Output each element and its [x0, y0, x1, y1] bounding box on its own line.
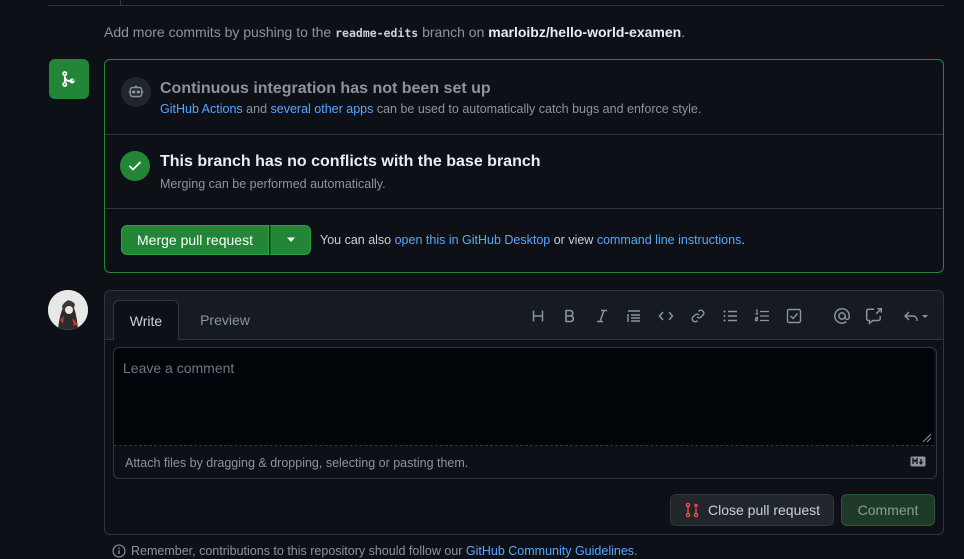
editor-header: Write Preview: [105, 291, 943, 340]
quote-icon[interactable]: [623, 305, 645, 327]
repo-name: marloibz/hello-world-examen: [488, 24, 682, 40]
caret-down-icon: [286, 237, 295, 242]
merge-actions: Merge pull request You can also open thi…: [105, 209, 943, 272]
command-line-instructions-link[interactable]: command line instructions: [597, 233, 742, 247]
bold-icon[interactable]: [559, 305, 581, 327]
robot-icon: [121, 77, 151, 107]
reference-icon[interactable]: [863, 305, 885, 327]
tab-write[interactable]: Write: [113, 300, 179, 340]
merge-pull-request-button[interactable]: Merge pull request: [121, 225, 269, 255]
no-conflicts-title: This branch has no conflicts with the ba…: [160, 153, 541, 170]
info-icon: [112, 544, 126, 558]
code-icon[interactable]: [655, 305, 677, 327]
close-pull-request-button[interactable]: Close pull request: [670, 494, 834, 526]
merge-method-dropdown[interactable]: [270, 225, 311, 255]
check-icon: [120, 151, 150, 181]
close-pull-request-label: Close pull request: [707, 502, 821, 518]
tab-preview[interactable]: Preview: [191, 300, 259, 340]
comment-editor: Leave a comment Attach files by dragging…: [113, 347, 937, 479]
reply-icon[interactable]: [901, 305, 933, 327]
branch-name: readme-edits: [335, 26, 419, 40]
merge-box: Continuous integration has not been set …: [104, 59, 944, 273]
unordered-list-icon[interactable]: [719, 305, 741, 327]
guidelines-note: Remember, contributions to this reposito…: [112, 544, 638, 558]
task-list-icon[interactable]: [783, 305, 805, 327]
comment-placeholder: Leave a comment: [123, 360, 235, 376]
hint-text-middle: branch on: [422, 24, 485, 40]
community-guidelines-link[interactable]: GitHub Community Guidelines: [466, 544, 634, 558]
github-actions-link[interactable]: GitHub Actions: [160, 102, 243, 116]
git-merge-icon: [49, 59, 89, 99]
comment-form: Write Preview Leave a comment Attach fil…: [104, 290, 944, 535]
link-icon[interactable]: [687, 305, 709, 327]
heading-icon[interactable]: [527, 305, 549, 327]
no-conflicts-description: Merging can be performed automatically.: [160, 177, 386, 191]
pull-request-closed-icon: [685, 502, 699, 518]
ci-description: GitHub Actions and several other apps ca…: [160, 102, 702, 116]
attach-files-hint[interactable]: Attach files by dragging & dropping, sel…: [125, 456, 468, 470]
other-apps-link[interactable]: several other apps: [271, 102, 374, 116]
no-conflicts-section: This branch has no conflicts with the ba…: [105, 135, 943, 209]
markdown-icon[interactable]: [910, 456, 926, 467]
ci-title: Continuous integration has not been set …: [160, 80, 491, 97]
italic-icon[interactable]: [591, 305, 613, 327]
mention-icon[interactable]: [831, 305, 853, 327]
hint-text: Add more commits by pushing to the: [104, 24, 332, 40]
open-github-desktop-link[interactable]: open this in GitHub Desktop: [395, 233, 551, 247]
merge-alternatives-text: You can also open this in GitHub Desktop…: [320, 233, 745, 247]
push-hint: Add more commits by pushing to the readm…: [104, 24, 686, 40]
ordered-list-icon[interactable]: [751, 305, 773, 327]
resize-handle-icon[interactable]: [920, 431, 932, 443]
avatar[interactable]: [48, 290, 88, 330]
timeline-divider: [48, 0, 944, 6]
comment-button[interactable]: Comment: [841, 494, 935, 526]
comment-textarea[interactable]: Leave a comment: [114, 348, 934, 446]
ci-section: Continuous integration has not been set …: [105, 60, 943, 135]
